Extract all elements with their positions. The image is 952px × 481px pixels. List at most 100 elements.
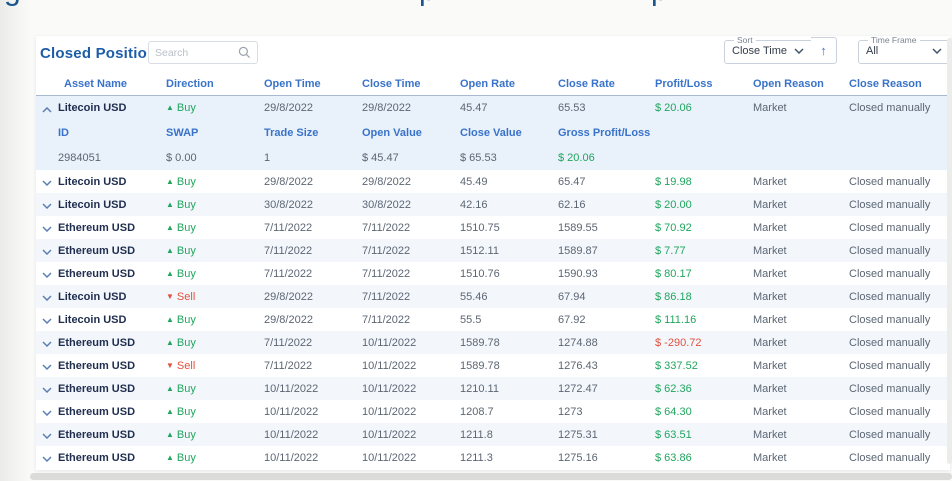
collapse-row-button[interactable] xyxy=(36,96,58,120)
arrow-up-icon: ▲ xyxy=(166,103,174,112)
cell-profit-loss: $ 20.06 xyxy=(655,102,692,114)
search-box[interactable] xyxy=(148,41,258,64)
cell-profit-loss: $ 7.77 xyxy=(655,244,686,257)
cell-open-reason: Market xyxy=(753,336,787,349)
table-row[interactable]: Ethereum USD ▲ Buy 10/11/2022 10/11/2022 1208… xyxy=(36,400,950,423)
column-header-close-rate: Close Rate xyxy=(558,77,615,90)
cell-asset-name: Litecoin USD xyxy=(58,198,127,211)
table-row[interactable]: Ethereum USD ▼ Sell 7/11/2022 10/11/2022 1589… xyxy=(36,354,950,377)
arrow-up-icon: ▲ xyxy=(166,245,174,255)
search-icon xyxy=(238,46,251,59)
chevron-down-icon xyxy=(42,266,52,281)
table-row[interactable]: Litecoin USD ▲ Buy 29/8/2022 29/8/2022 45.49 6… xyxy=(36,170,950,193)
sort-direction-button[interactable]: ↑ xyxy=(811,37,837,64)
cell-close-reason: Closed manually xyxy=(849,267,931,280)
table-row[interactable]: Litecoin USD ▲ Buy 29/8/2022 7/11/2022 55.5 67… xyxy=(36,308,950,331)
table-row[interactable]: Ethereum USD ▲ Buy 7/11/2022 10/11/2022 1589.… xyxy=(36,331,950,354)
column-header-open-reason: Open Reason xyxy=(753,77,824,90)
direction-label: Buy xyxy=(176,198,196,211)
cell-asset-name: Litecoin USD xyxy=(58,313,127,326)
horizontal-scrollbar[interactable] xyxy=(30,473,952,480)
cell-close-reason: Closed manually xyxy=(849,428,931,441)
cell-open-reason: Market xyxy=(753,198,787,211)
direction-label: Buy xyxy=(176,382,196,395)
cell-profit-loss: $ 80.17 xyxy=(655,267,692,280)
cell-direction: ▲ Buy xyxy=(166,268,264,280)
cell-close-reason: Closed manually xyxy=(849,405,931,418)
table-row[interactable]: Ethereum USD ▲ Buy 10/11/2022 10/11/2022 1211… xyxy=(36,423,950,446)
cell-direction: ▼ Sell xyxy=(166,291,264,303)
cell-direction: ▲ Buy xyxy=(166,314,264,326)
expand-row-button[interactable] xyxy=(36,170,58,193)
cell-direction: ▲ Buy xyxy=(166,199,264,211)
expand-row-button[interactable] xyxy=(36,377,58,400)
chevron-down-icon xyxy=(42,381,52,396)
cell-close-time: 7/11/2022 xyxy=(362,267,411,280)
table-row[interactable]: Ethereum USD ▲ Buy 7/11/2022 7/11/2022 1510.7… xyxy=(36,262,950,285)
column-header-profit-loss: Profit/Loss xyxy=(655,77,713,90)
expand-row-button[interactable] xyxy=(36,400,58,423)
cell-open-reason: Market xyxy=(753,244,787,257)
column-header-close-reason: Close Reason xyxy=(849,77,922,90)
cell-open-reason: Market xyxy=(753,221,787,234)
table-row[interactable]: Litecoin USD ▲ Buy 30/8/2022 30/8/2022 42.16 6… xyxy=(36,193,950,216)
expand-row-button[interactable] xyxy=(36,354,58,377)
closed-positions-page: g p p Closed Positions Sort Close Time ↑ xyxy=(0,0,952,481)
cell-asset-name: Ethereum USD xyxy=(58,428,136,441)
cell-open-time: 29/8/2022 xyxy=(264,290,313,303)
detail-value-gross-profit-loss: $ 20.06 xyxy=(558,151,595,164)
chevron-down-icon xyxy=(42,289,52,304)
vertical-scrollbar[interactable] xyxy=(947,38,952,464)
cell-asset-name: Ethereum USD xyxy=(58,244,136,257)
cell-direction: ▲ Buy xyxy=(166,406,264,418)
expand-row-button[interactable] xyxy=(36,446,58,469)
time-frame-select[interactable]: Time Frame All xyxy=(858,36,950,64)
cell-open-time: 29/8/2022 xyxy=(264,102,313,114)
expand-row-button[interactable] xyxy=(36,285,58,308)
table-row[interactable]: Ethereum USD ▲ Buy 7/11/2022 7/11/2022 1512.1… xyxy=(36,239,950,262)
expand-row-button[interactable] xyxy=(36,193,58,216)
cell-open-reason: Market xyxy=(753,382,787,395)
cell-asset-name: Ethereum USD xyxy=(58,267,136,280)
cell-open-reason: Market xyxy=(753,405,787,418)
cell-close-time: 30/8/2022 xyxy=(362,198,411,211)
cell-close-reason: Closed manually xyxy=(849,382,931,395)
cell-close-rate: 67.94 xyxy=(558,290,586,303)
table-row[interactable]: Litecoin USD ▲ Buy 29/8/2022 29/8/2022 45.47 6… xyxy=(36,96,950,120)
table-row[interactable]: Ethereum USD ▲ Buy 10/11/2022 10/11/2022 1210… xyxy=(36,377,950,400)
table-row[interactable]: Litecoin USD ▼ Sell 29/8/2022 7/11/2022 55.46… xyxy=(36,285,950,308)
direction-label: Buy xyxy=(176,267,196,280)
cell-open-time: 10/11/2022 xyxy=(264,382,319,395)
cell-profit-loss: $ 337.52 xyxy=(655,359,698,372)
cell-open-time: 7/11/2022 xyxy=(264,244,313,257)
table-row[interactable]: Ethereum USD ▲ Buy 7/11/2022 7/11/2022 1510.7… xyxy=(36,216,950,239)
expanded-detail-values: 2984051 $ 0.00 1 $ 45.47 $ 65.53 $ 20.06 xyxy=(36,145,950,170)
expand-row-button[interactable] xyxy=(36,308,58,331)
expand-row-button[interactable] xyxy=(36,331,58,354)
sort-value: Close Time xyxy=(732,45,788,57)
direction-label: Buy xyxy=(176,175,196,188)
expand-row-button[interactable] xyxy=(36,262,58,285)
chevron-down-icon xyxy=(42,220,52,235)
cell-close-reason: Closed manually xyxy=(849,244,931,257)
arrow-up-icon: ▲ xyxy=(166,406,174,416)
table-row[interactable]: Ethereum USD ▲ Buy 10/11/2022 10/11/2022 1211… xyxy=(36,446,950,469)
cell-close-time: 7/11/2022 xyxy=(362,221,411,234)
cell-direction: ▲ Buy xyxy=(166,452,264,464)
search-input[interactable] xyxy=(155,46,238,59)
cell-close-rate: 1273 xyxy=(558,405,583,418)
expand-row-button[interactable] xyxy=(36,216,58,239)
time-frame-value: All xyxy=(866,45,879,57)
direction-label: Buy xyxy=(176,428,196,441)
cell-close-reason: Closed manually xyxy=(849,290,931,303)
chevron-down-icon xyxy=(42,450,52,465)
cell-close-time: 7/11/2022 xyxy=(362,290,411,303)
expand-row-button[interactable] xyxy=(36,423,58,446)
cell-open-rate: 1510.75 xyxy=(460,221,500,234)
cell-asset-name: Ethereum USD xyxy=(58,405,136,418)
arrow-up-icon: ▲ xyxy=(166,199,174,209)
sort-select[interactable]: Sort Close Time xyxy=(724,36,812,64)
expand-row-button[interactable] xyxy=(36,239,58,262)
cell-close-rate: 1589.87 xyxy=(558,244,598,257)
cell-open-rate: 1208.7 xyxy=(460,405,494,418)
